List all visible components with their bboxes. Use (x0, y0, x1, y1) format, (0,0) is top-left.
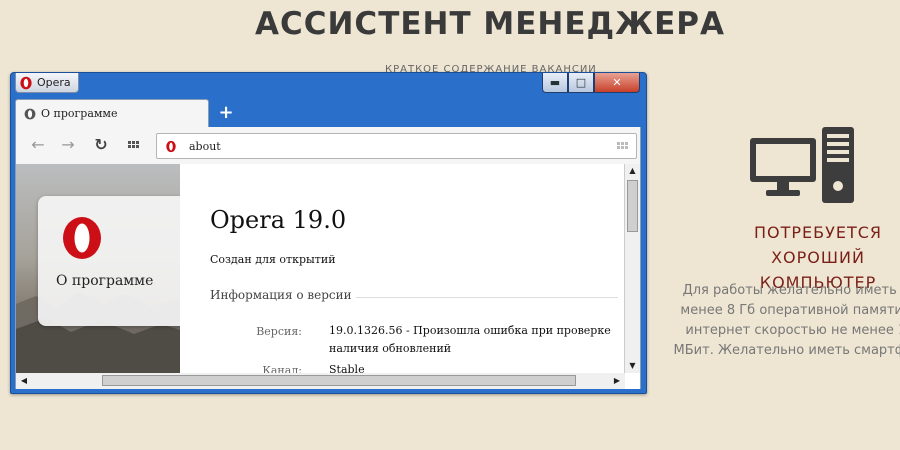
reload-button[interactable]: ↻ (91, 136, 111, 156)
browser-window: Opera ▬ □ ✕ О программе + ← → ↻ about О … (10, 72, 647, 394)
tab-label: О программе (41, 107, 118, 120)
new-tab-button[interactable]: + (217, 104, 235, 123)
speed-dial-icon[interactable] (617, 142, 628, 149)
about-card: О программе (38, 196, 180, 326)
scroll-thumb[interactable] (102, 375, 576, 386)
address-bar[interactable]: about (156, 133, 637, 159)
tab-strip: О программе + (15, 97, 641, 127)
about-card-label: О программе (56, 273, 154, 289)
channel-key: Канал: (262, 364, 302, 373)
tagline: Создан для открытий (210, 253, 336, 266)
scroll-up-icon[interactable]: ▲ (625, 164, 640, 178)
page-heading: АССИСТЕНТ МЕНЕДЖЕРА (255, 6, 725, 42)
scroll-right-icon[interactable]: ▶ (609, 373, 625, 389)
tab-about[interactable]: О программе (15, 99, 209, 127)
scroll-left-icon[interactable]: ◀ (16, 373, 32, 389)
window-controls: ▬ □ ✕ (542, 73, 640, 93)
about-info-panel: Opera 19.0 Создан для открытий Информаци… (180, 164, 626, 373)
title-bar[interactable]: Opera ▬ □ ✕ (11, 73, 646, 97)
app-title: Opera 19.0 (210, 206, 347, 234)
version-value: 19.0.1326.56 - Произошла ошибка при пров… (329, 324, 611, 355)
forward-button[interactable]: → (58, 136, 78, 156)
horizontal-scrollbar[interactable]: ◀ ▶ (15, 373, 625, 389)
opera-logo-icon (63, 217, 101, 259)
divider (356, 297, 618, 298)
vertical-scrollbar[interactable]: ▲ ▼ (624, 164, 640, 373)
scroll-corner (625, 373, 641, 389)
background-image: О программе (16, 164, 180, 373)
version-key: Версия: (256, 325, 302, 338)
opera-logo-icon (20, 76, 32, 89)
speed-dial-icon[interactable] (128, 141, 139, 148)
opera-menu-button[interactable]: Opera (15, 73, 79, 93)
address-input[interactable]: about (189, 140, 221, 153)
close-button[interactable]: ✕ (594, 73, 640, 93)
app-badge-label: Opera (37, 76, 71, 89)
feature-text: Для работы желательно иметь не менее 8 Г… (673, 283, 900, 358)
back-button[interactable]: ← (28, 136, 48, 156)
channel-value: Stable (329, 363, 365, 373)
opera-icon (166, 140, 176, 152)
maximize-button[interactable]: □ (568, 73, 594, 93)
page-content: О программе Opera 19.0 Создан для открыт… (15, 164, 641, 373)
toolbar: ← → ↻ about (15, 127, 641, 164)
computer-icon (750, 127, 854, 203)
scroll-down-icon[interactable]: ▼ (625, 359, 640, 373)
opera-icon (24, 108, 36, 119)
scroll-thumb[interactable] (627, 180, 638, 232)
version-info-heading: Информация о версии (210, 288, 352, 302)
minimize-button[interactable]: ▬ (542, 73, 568, 93)
